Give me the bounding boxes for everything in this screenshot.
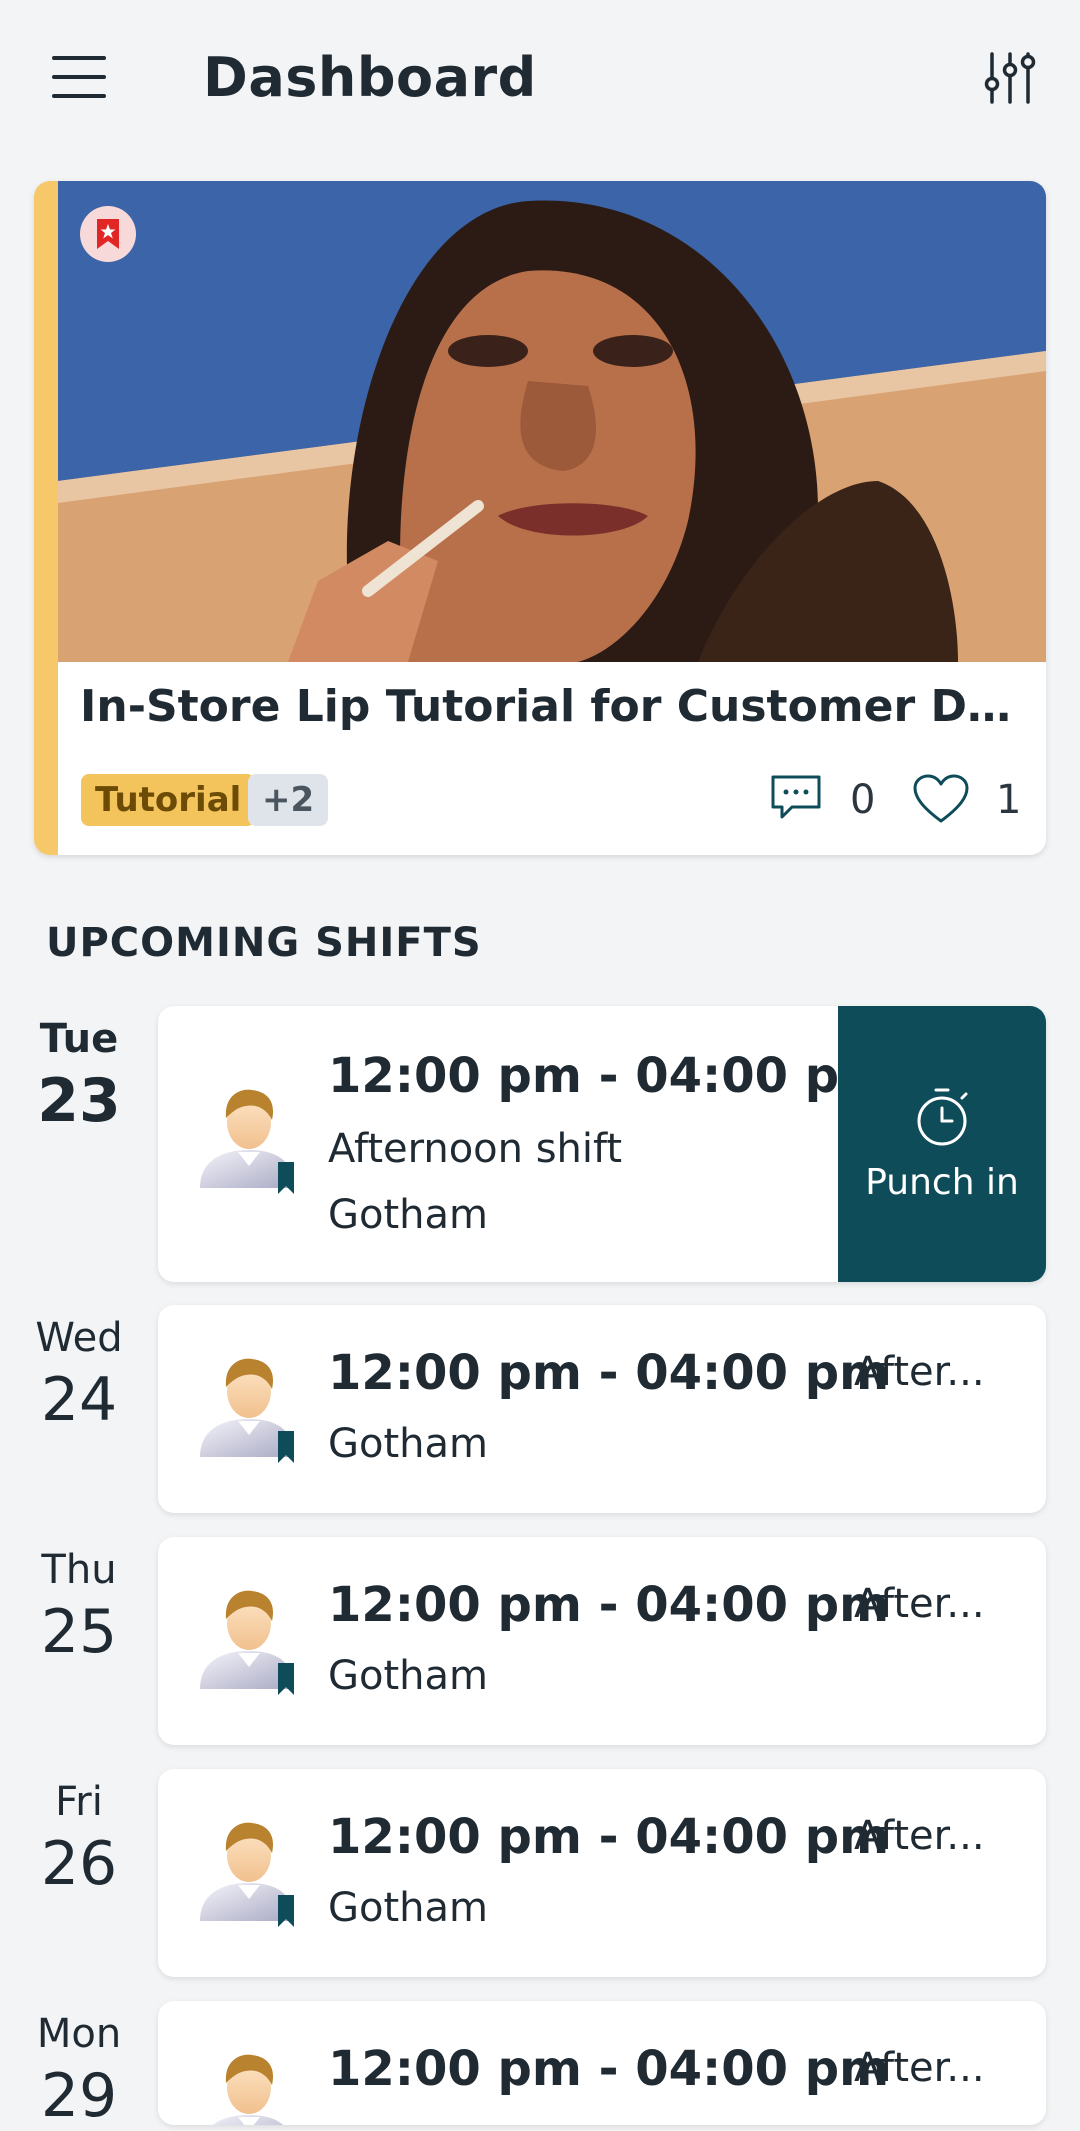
shift-card[interactable]: 12:00 pm - 04:00 pm Afternoon shift Goth… bbox=[158, 1006, 1046, 1282]
hamburger-menu-icon[interactable] bbox=[52, 54, 106, 100]
day-number: 25 bbox=[40, 1597, 118, 1667]
shift-day: Thu 25 bbox=[0, 1547, 158, 1667]
shift-location: Gotham bbox=[328, 1192, 488, 1238]
shift-time: 12:00 pm - 04:00 pm bbox=[328, 1048, 890, 1104]
page-title: Dashboard bbox=[203, 46, 537, 109]
stopwatch-icon bbox=[917, 1088, 968, 1145]
shift-location: Gotham bbox=[328, 1653, 488, 1699]
bookmark-star-icon[interactable] bbox=[80, 206, 136, 262]
heart-icon[interactable] bbox=[912, 773, 970, 829]
post-title[interactable]: In-Store Lip Tutorial for Customer De... bbox=[80, 681, 1030, 732]
shift-time: 12:00 pm - 04:00 pm bbox=[328, 1809, 890, 1865]
sliders-icon[interactable] bbox=[982, 50, 1038, 106]
comment-icon[interactable] bbox=[770, 773, 822, 825]
app-header: Dashboard bbox=[0, 0, 1080, 160]
featured-post-card[interactable]: In-Store Lip Tutorial for Customer De...… bbox=[34, 181, 1046, 855]
shift-name: After... bbox=[854, 1349, 985, 1395]
shift-time: 12:00 pm - 04:00 pm bbox=[328, 1577, 890, 1633]
shift-name: After... bbox=[854, 1813, 985, 1859]
shift-day: Wed 24 bbox=[0, 1315, 158, 1435]
employee-avatar bbox=[194, 1082, 304, 1202]
shift-name: After... bbox=[854, 1581, 985, 1627]
day-name: Wed bbox=[35, 1315, 123, 1361]
day-number: 26 bbox=[40, 1829, 118, 1899]
tag-badge: Tutorial bbox=[81, 774, 256, 826]
shift-day: Mon 29 bbox=[0, 2011, 158, 2131]
more-tags-badge[interactable]: +2 bbox=[248, 774, 329, 826]
shift-card[interactable]: 12:00 pm - 04:00 pm After... Gotham bbox=[158, 1769, 1046, 1977]
punch-in-button[interactable]: Punch in bbox=[838, 1006, 1046, 1282]
day-name: Mon bbox=[36, 2011, 122, 2057]
shift-location: Gotham bbox=[328, 1885, 488, 1931]
employee-avatar bbox=[194, 1815, 304, 1935]
shift-day: Tue 23 bbox=[0, 1016, 158, 1136]
accent-bar bbox=[34, 181, 58, 855]
day-name: Tue bbox=[39, 1016, 119, 1062]
shift-time: 12:00 pm - 04:00 pm bbox=[328, 2041, 890, 2097]
shift-card[interactable]: 12:00 pm - 04:00 pm After... Gotham bbox=[158, 1537, 1046, 1745]
day-name: Fri bbox=[55, 1779, 103, 1825]
comment-count: 0 bbox=[850, 777, 876, 823]
shift-name: After... bbox=[854, 2045, 985, 2091]
shift-location: Gotham bbox=[328, 1421, 488, 1467]
day-name: Thu bbox=[41, 1547, 117, 1593]
shift-time: 12:00 pm - 04:00 pm bbox=[328, 1345, 890, 1401]
shift-day: Fri 26 bbox=[0, 1779, 158, 1899]
like-count: 1 bbox=[996, 777, 1022, 823]
day-number: 24 bbox=[40, 1365, 118, 1435]
day-number: 29 bbox=[40, 2061, 118, 2131]
hero-image bbox=[58, 181, 1046, 662]
employee-avatar bbox=[194, 1351, 304, 1471]
employee-avatar bbox=[194, 1583, 304, 1703]
shift-name: Afternoon shift bbox=[328, 1126, 623, 1172]
day-number: 23 bbox=[37, 1066, 121, 1136]
punch-in-label: Punch in bbox=[865, 1161, 1019, 1203]
shift-card[interactable]: 12:00 pm - 04:00 pm After... bbox=[158, 2001, 1046, 2125]
shift-card[interactable]: 12:00 pm - 04:00 pm After... Gotham bbox=[158, 1305, 1046, 1513]
employee-avatar bbox=[194, 2047, 304, 2125]
section-title: UPCOMING SHIFTS bbox=[46, 920, 482, 966]
